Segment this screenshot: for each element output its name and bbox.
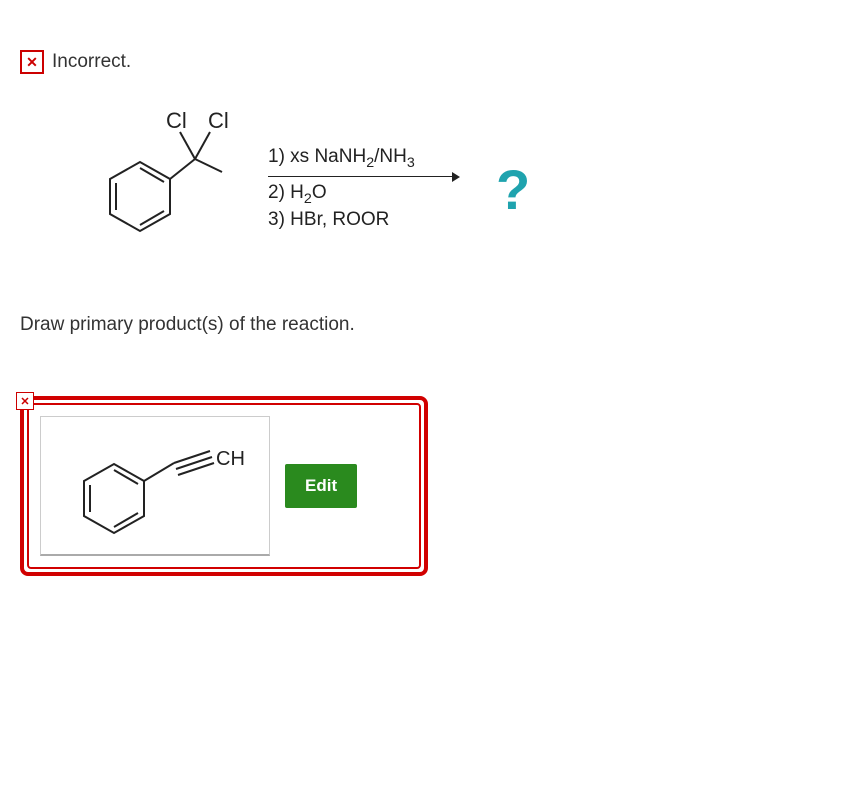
reactant-structure: Cl Cl [70,104,240,274]
edit-button[interactable]: Edit [285,464,357,508]
incorrect-icon: ✕ [20,50,44,74]
answer-incorrect-icon: ✕ [16,392,34,410]
condition-step-2: 2) H2O [268,181,458,208]
status-text: Incorrect. [52,51,131,73]
reaction-scheme: Cl Cl 1) xs NaNH2/NH3 2) H2O 3) HBr, ROO… [70,104,842,274]
condition-step-1: 1) xs NaNH2/NH3 [268,145,458,172]
answer-box: ✕ CH Edit [20,396,428,576]
feedback-status: ✕ Incorrect. [20,50,842,74]
reaction-arrow [268,176,458,177]
answer-structure-drawing[interactable]: CH [40,416,270,556]
instruction-text: Draw primary product(s) of the reaction. [20,314,842,336]
reaction-conditions: 1) xs NaNH2/NH3 2) H2O 3) HBr, ROOR [260,145,466,233]
condition-step-3: 3) HBr, ROOR [268,208,458,233]
cl-label-2: Cl [208,108,229,133]
product-placeholder: ? [496,157,530,222]
cl-label-1: Cl [166,108,187,133]
answer-ch-label: CH [216,448,245,470]
